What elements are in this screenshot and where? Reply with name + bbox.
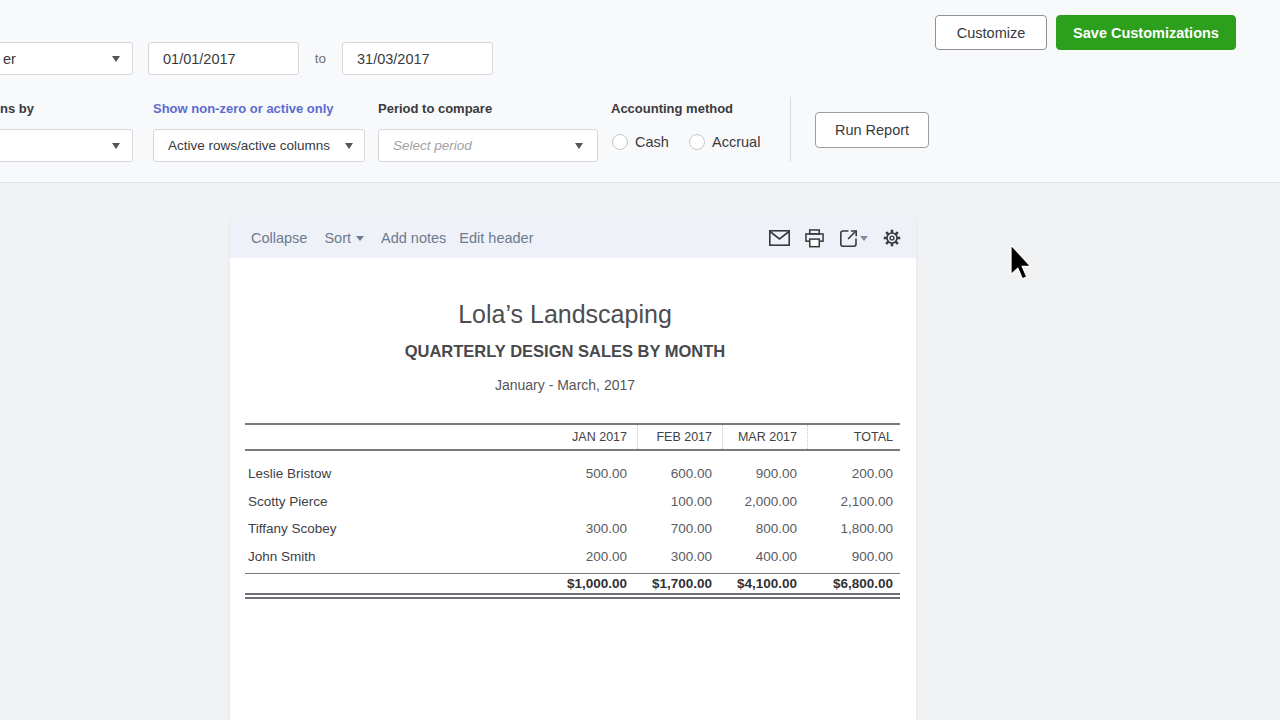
date-from-input[interactable]: 01/01/2017 xyxy=(148,42,299,75)
report-period: January - March, 2017 xyxy=(222,377,908,393)
accrual-radio[interactable]: Accrual xyxy=(689,134,760,150)
radio-circle xyxy=(689,134,705,150)
chevron-down-icon xyxy=(345,143,353,149)
table-row: Leslie Bristow500.00600.00900.00200.00 xyxy=(245,460,900,488)
collapse-link[interactable]: Collapse xyxy=(251,230,307,246)
report-title: QUARTERLY DESIGN SALES BY MONTH xyxy=(222,342,908,361)
row-value: 700.00 xyxy=(637,521,722,536)
report-card: Collapse Sort Add notes Edit header xyxy=(230,218,916,720)
col-mar: MAR 2017 xyxy=(722,425,807,449)
table-row: Scotty Pierce 100.002,000.002,100.00 xyxy=(245,488,900,516)
report-table: JAN 2017 FEB 2017 MAR 2017 TOTAL Leslie … xyxy=(245,423,900,595)
table-header: JAN 2017 FEB 2017 MAR 2017 TOTAL xyxy=(245,423,900,451)
run-report-button[interactable]: Run Report xyxy=(815,112,929,148)
row-name: John Smith xyxy=(245,549,552,564)
col-jan: JAN 2017 xyxy=(552,425,637,449)
chevron-down-icon xyxy=(356,236,364,241)
row-value: 2,100.00 xyxy=(807,494,900,509)
row-name: Leslie Bristow xyxy=(245,466,552,481)
chevron-down-icon xyxy=(575,143,583,149)
mouse-cursor xyxy=(1010,244,1033,282)
row-value: 300.00 xyxy=(637,549,722,564)
export-icon xyxy=(839,229,858,248)
row-value: 1,800.00 xyxy=(807,521,900,536)
row-value: 900.00 xyxy=(807,549,900,564)
table-row: John Smith200.00300.00400.00900.00 xyxy=(245,543,900,571)
date-to-label: to xyxy=(299,42,342,75)
row-value: 2,000.00 xyxy=(722,494,807,509)
sort-dropdown[interactable]: Sort xyxy=(324,230,364,246)
row-name: Scotty Pierce xyxy=(245,494,552,509)
save-customizations-button[interactable]: Save Customizations xyxy=(1056,15,1236,50)
columns-by-label: ns by xyxy=(0,101,34,116)
period-to-compare-label: Period to compare xyxy=(378,101,492,116)
period-compare-dropdown[interactable]: Select period xyxy=(378,129,598,162)
customize-button[interactable]: Customize xyxy=(935,15,1047,50)
email-icon[interactable] xyxy=(769,230,790,246)
col-feb: FEB 2017 xyxy=(637,425,722,449)
export-dropdown[interactable] xyxy=(839,229,868,248)
report-toolbar: Collapse Sort Add notes Edit header xyxy=(230,218,916,258)
divider xyxy=(790,97,791,162)
chevron-down-icon xyxy=(112,56,120,62)
row-value: 600.00 xyxy=(637,466,722,481)
chevron-down-icon xyxy=(860,236,868,241)
report-period-value: er xyxy=(3,51,16,67)
row-value: 100.00 xyxy=(637,494,722,509)
row-value: 800.00 xyxy=(722,521,807,536)
double-rule xyxy=(245,597,900,599)
row-value: 900.00 xyxy=(722,466,807,481)
row-value: 500.00 xyxy=(552,466,637,481)
row-value: 200.00 xyxy=(807,466,900,481)
report-period-dropdown[interactable]: er xyxy=(0,42,133,75)
report-page: er 01/01/2017 to 31/03/2017 Customize Sa… xyxy=(0,0,1280,720)
add-notes-link[interactable]: Add notes xyxy=(381,230,446,246)
radio-circle xyxy=(612,134,628,150)
filter-bar: er 01/01/2017 to 31/03/2017 Customize Sa… xyxy=(0,0,1280,183)
rows-columns-dropdown[interactable]: Active rows/active columns xyxy=(153,129,365,162)
row-name: Tiffany Scobey xyxy=(245,521,552,536)
row-value: 400.00 xyxy=(722,549,807,564)
company-name: Lola’s Landscaping xyxy=(222,300,908,329)
table-row: Tiffany Scobey300.00700.00800.001,800.00 xyxy=(245,515,900,543)
row-value: 300.00 xyxy=(552,521,637,536)
report-table-body: Leslie Bristow500.00600.00900.00200.00Sc… xyxy=(245,451,900,573)
accounting-method-label: Accounting method xyxy=(611,101,733,116)
cash-radio[interactable]: Cash xyxy=(612,134,669,150)
chevron-down-icon xyxy=(112,143,120,149)
col-total: TOTAL xyxy=(807,425,900,449)
edit-header-link[interactable]: Edit header xyxy=(459,230,533,246)
columns-by-dropdown[interactable] xyxy=(0,129,133,162)
table-total-row: $1,000.00 $1,700.00 $4,100.00 $6,800.00 xyxy=(245,573,900,595)
row-value: 200.00 xyxy=(552,549,637,564)
settings-icon[interactable] xyxy=(883,229,901,247)
print-icon[interactable] xyxy=(805,229,824,248)
date-to-input[interactable]: 31/03/2017 xyxy=(342,42,493,75)
show-nonzero-link[interactable]: Show non-zero or active only xyxy=(153,101,334,116)
